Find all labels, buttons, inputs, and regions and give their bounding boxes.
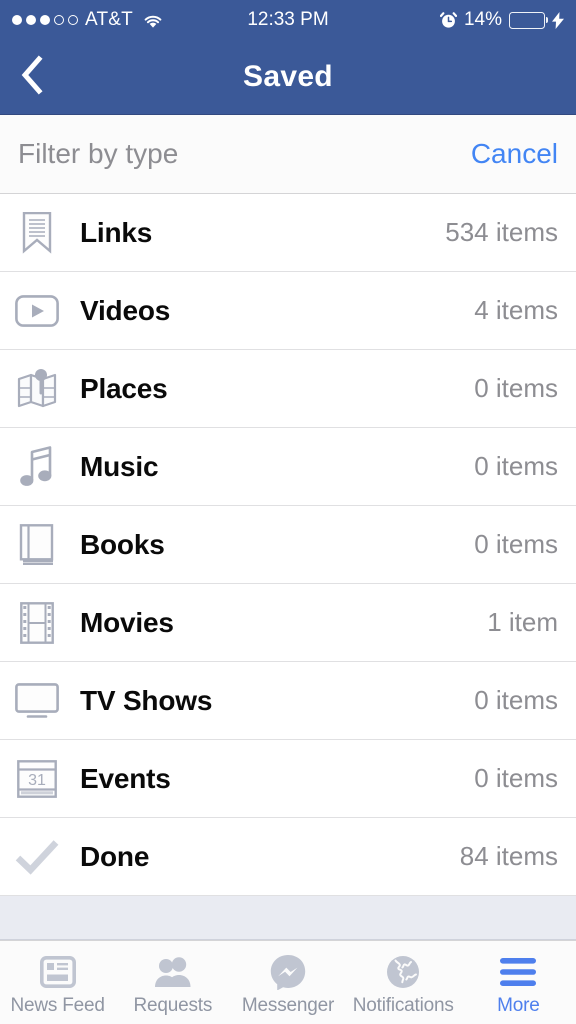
filter-bar: Filter by type Cancel: [0, 115, 576, 194]
list-item-count: 0 items: [474, 373, 558, 403]
nav-bar: Saved: [0, 40, 576, 115]
chevron-left-icon: [20, 54, 44, 100]
tab-label: News Feed: [10, 995, 105, 1016]
book-icon: [14, 522, 60, 568]
carrier-label: AT&T: [85, 9, 133, 30]
svg-text:31: 31: [28, 772, 46, 789]
list-item[interactable]: Books 0 items: [0, 506, 576, 584]
tab-news-feed[interactable]: News Feed: [0, 941, 115, 1024]
tab-requests[interactable]: Requests: [115, 941, 230, 1024]
globe-icon: [386, 952, 420, 992]
list-item-label: Music: [80, 450, 159, 482]
cancel-button[interactable]: Cancel: [471, 138, 558, 170]
page-title: Saved: [243, 60, 333, 93]
list-item-count: 4 items: [474, 295, 558, 325]
list-item-label: Events: [80, 762, 171, 794]
tab-messenger[interactable]: Messenger: [230, 941, 345, 1024]
music-note-icon: [14, 444, 60, 490]
filter-by-type-label: Filter by type: [18, 138, 179, 169]
list-item[interactable]: Done 84 items: [0, 818, 576, 896]
status-bar-right: 14%: [439, 9, 564, 31]
tab-label: More: [497, 995, 540, 1016]
newspaper-icon: [39, 952, 76, 992]
hamburger-icon: [499, 952, 537, 992]
calendar-icon: 31: [14, 756, 60, 802]
list-item[interactable]: Places 0 items: [0, 350, 576, 428]
tab-label: Messenger: [241, 995, 335, 1016]
list-item-label: Links: [80, 216, 153, 248]
list-item[interactable]: Links 534 items: [0, 194, 576, 272]
back-button[interactable]: [0, 40, 64, 115]
tab-label: Requests: [133, 995, 213, 1016]
battery-icon: [509, 11, 545, 29]
bookmark-icon: [14, 210, 60, 256]
friends-icon: [153, 952, 193, 992]
checkmark-icon: [14, 834, 60, 880]
app-root: AT&T 12:33 PM 14% Saved Filter by type C…: [0, 0, 576, 1024]
list-item[interactable]: Music 0 items: [0, 428, 576, 506]
list-item-count: 0 items: [474, 451, 558, 481]
list-item[interactable]: Videos 4 items: [0, 272, 576, 350]
list-bottom-spacer: [0, 896, 576, 940]
messenger-icon: [270, 952, 306, 992]
list-item-label: Videos: [80, 294, 171, 326]
film-strip-icon: [14, 600, 60, 646]
map-pin-icon: [14, 366, 60, 412]
list-item-label: Places: [80, 372, 168, 404]
tv-monitor-icon: [14, 678, 60, 724]
tab-more[interactable]: More: [461, 941, 576, 1024]
saved-type-list: Links 534 items Videos 4 items Places 0 ite…: [0, 194, 576, 896]
lightning-bolt-icon: [552, 11, 564, 29]
signal-strength-dots: [12, 15, 78, 25]
list-item-label: Done: [80, 840, 150, 872]
list-item-count: 0 items: [474, 763, 558, 793]
list-item-count: 84 items: [459, 841, 558, 871]
list-item[interactable]: 31 Events 0 items: [0, 740, 576, 818]
wifi-icon: [143, 13, 163, 28]
list-item-count: 0 items: [474, 529, 558, 559]
list-item-count: 534 items: [445, 217, 558, 247]
alarm-clock-icon: [439, 11, 458, 29]
tab-notifications[interactable]: Notifications: [346, 941, 461, 1024]
status-bar-left: AT&T: [12, 9, 163, 31]
list-item-label: TV Shows: [80, 684, 213, 716]
list-item-count: 0 items: [474, 685, 558, 715]
list-item[interactable]: TV Shows 0 items: [0, 662, 576, 740]
list-item-count: 1 item: [487, 607, 558, 637]
tab-label: Notifications: [352, 995, 454, 1016]
status-bar: AT&T 12:33 PM 14%: [0, 0, 576, 40]
video-play-icon: [14, 288, 60, 334]
bottom-tab-bar: News Feed Requests Messenger Notificatio…: [0, 940, 576, 1024]
list-item[interactable]: Movies 1 item: [0, 584, 576, 662]
battery-percent-label: 14%: [463, 9, 502, 30]
list-item-label: Books: [80, 528, 165, 560]
list-item-label: Movies: [80, 606, 174, 638]
